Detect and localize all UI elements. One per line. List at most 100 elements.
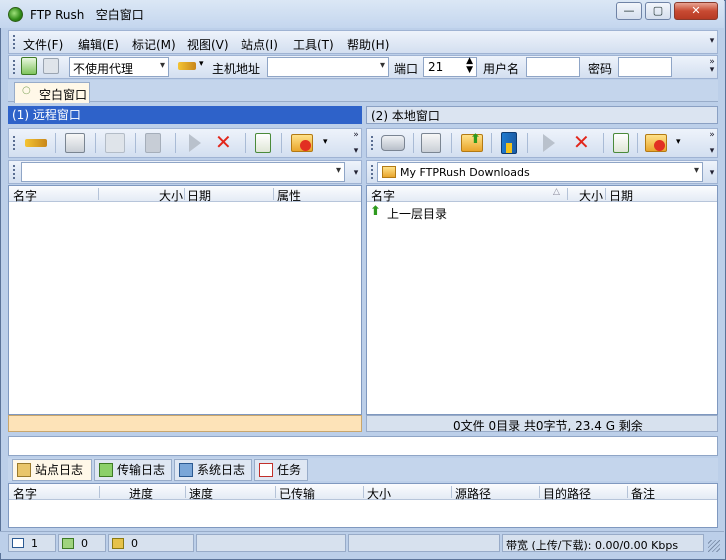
maximize-button[interactable]: ▢ (645, 2, 671, 20)
folder-options-icon[interactable] (645, 134, 667, 152)
col-date[interactable]: 日期 (187, 187, 211, 204)
tab-transfer-log[interactable]: 传输日志 (94, 459, 172, 481)
tab-site-log[interactable]: 站点日志 (12, 459, 92, 481)
folder-options-icon[interactable] (291, 134, 313, 152)
system-log-icon (179, 463, 193, 477)
separator (135, 133, 136, 153)
tab-tasks[interactable]: 任务 (254, 459, 308, 481)
toolbar-grip[interactable] (13, 60, 16, 74)
col-source-path[interactable]: 源路径 (455, 485, 491, 502)
status-windows: 1 (8, 534, 56, 552)
remote-path-bar: ▾ (8, 160, 362, 184)
quick-connect-icon[interactable] (178, 62, 196, 70)
menu-site[interactable]: 站点(I) (241, 36, 278, 53)
chevron-icon[interactable]: » ▾ (707, 131, 717, 156)
parent-folder-icon[interactable]: ⬆ (461, 132, 483, 152)
chevron-down-icon[interactable]: ▾ (199, 59, 204, 69)
parent-folder-icon[interactable] (105, 133, 125, 153)
col-transferred[interactable]: 已传输 (279, 485, 315, 502)
separator (175, 133, 176, 153)
connect-bar: 不使用代理 ▾ 主机地址 端口 21▲▼ 用户名 密码 »▾ (8, 55, 718, 79)
menu-mark[interactable]: 标记(M) (132, 36, 176, 53)
refresh-list-icon[interactable] (65, 133, 85, 153)
resize-grip-icon[interactable] (708, 540, 720, 552)
toolbar-grip[interactable] (371, 165, 374, 179)
status-empty-2 (348, 534, 500, 552)
tasks-icon (259, 463, 273, 477)
col-size[interactable]: 大小 (579, 187, 603, 204)
new-connection-icon[interactable] (21, 57, 37, 75)
disconnect-icon[interactable] (43, 58, 59, 74)
site-log-icon (17, 463, 31, 477)
chevron-down-icon[interactable]: ▾ (323, 137, 328, 147)
col-notes[interactable]: 备注 (631, 485, 655, 502)
col-dest-path[interactable]: 目的路径 (543, 485, 591, 502)
chevron-icon[interactable]: ▾ (707, 169, 717, 178)
bookmark-icon[interactable] (501, 132, 517, 154)
remote-file-list[interactable]: 名字 大小 日期 属性 (8, 185, 362, 415)
toolbar-grip[interactable] (13, 136, 16, 150)
delete-icon[interactable]: ✕ (215, 131, 232, 153)
col-name[interactable]: 名字 (13, 187, 37, 204)
chevron-icon[interactable]: » ▾ (707, 58, 717, 75)
sync-icon[interactable] (613, 133, 629, 153)
port-input[interactable]: 21 ▲ ▼ (423, 57, 477, 77)
col-speed[interactable]: 速度 (189, 485, 213, 502)
menu-tools[interactable]: 工具(T) (293, 36, 334, 53)
minimize-button[interactable]: — (616, 2, 642, 20)
status-downloads: 0 (108, 534, 194, 552)
close-button[interactable]: ✕ (674, 2, 718, 20)
delete-icon[interactable]: ✕ (573, 131, 590, 153)
menu-file[interactable]: 文件(F) (23, 36, 63, 53)
tab-blank-window[interactable]: ○ 空白窗口 (14, 82, 90, 103)
upload-icon (62, 538, 74, 549)
col-name[interactable]: 名字 (13, 485, 37, 502)
col-progress[interactable]: 进度 (129, 485, 153, 502)
transfer-play-icon[interactable] (189, 134, 201, 152)
col-date[interactable]: 日期 (609, 187, 633, 204)
chevron-down-icon[interactable]: ▾ (676, 137, 681, 147)
separator (245, 133, 246, 153)
menu-help[interactable]: 帮助(H) (347, 36, 389, 53)
bookmark-icon[interactable] (145, 133, 161, 153)
tab-label: 空白窗口 (39, 88, 88, 102)
sync-icon[interactable] (255, 133, 271, 153)
host-input[interactable] (267, 57, 389, 77)
col-attributes[interactable]: 属性 (277, 187, 301, 204)
remote-path-input[interactable] (21, 162, 345, 182)
local-pane-header[interactable]: (2) 本地窗口 (366, 106, 718, 124)
local-toolbar: ⬆ ✕ ▾ » ▾ (366, 128, 718, 158)
separator (95, 133, 96, 153)
chevron-icon[interactable]: ▾ (351, 169, 361, 178)
tab-strip (8, 80, 718, 102)
local-path-input[interactable]: My FTPRush Downloads (377, 162, 703, 182)
port-label: 端口 (394, 62, 419, 76)
col-size[interactable]: 大小 (159, 187, 183, 204)
connect-icon[interactable] (25, 139, 47, 147)
chevron-icon[interactable]: ▾ (707, 37, 717, 46)
toolbar-grip[interactable] (13, 165, 16, 179)
chevron-icon[interactable]: » ▾ (351, 131, 361, 156)
col-name[interactable]: 名字 (371, 187, 395, 204)
tab-system-log[interactable]: 系统日志 (174, 459, 252, 481)
status-empty-1 (196, 534, 346, 552)
menu-view[interactable]: 视图(V) (187, 36, 229, 53)
command-input[interactable] (8, 436, 718, 456)
username-input[interactable] (526, 57, 580, 77)
proxy-select[interactable]: 不使用代理 (69, 57, 169, 77)
list-item[interactable]: ⬆ 上一层目录 (367, 204, 717, 222)
remote-pane-header[interactable]: (1) 远程窗口 (8, 106, 362, 124)
host-label: 主机地址 (212, 62, 261, 76)
menu-edit[interactable]: 编辑(E) (78, 36, 119, 53)
status-bar: 1 0 0 带宽 (上传/下载): 0.00/0.00 Kbps (0, 531, 724, 553)
refresh-list-icon[interactable] (421, 133, 441, 153)
drive-icon[interactable] (381, 135, 405, 151)
col-size[interactable]: 大小 (367, 485, 391, 502)
password-input[interactable] (618, 57, 672, 77)
toolbar-grip[interactable] (13, 35, 16, 49)
download-icon (112, 538, 124, 549)
transfer-play-icon[interactable] (543, 134, 555, 152)
local-file-list[interactable]: 名字 △ 大小 日期 ⬆ 上一层目录 (366, 185, 718, 415)
queue-list[interactable]: 名字 进度 速度 已传输 大小 源路径 目的路径 备注 (8, 483, 718, 528)
toolbar-grip[interactable] (371, 136, 374, 150)
